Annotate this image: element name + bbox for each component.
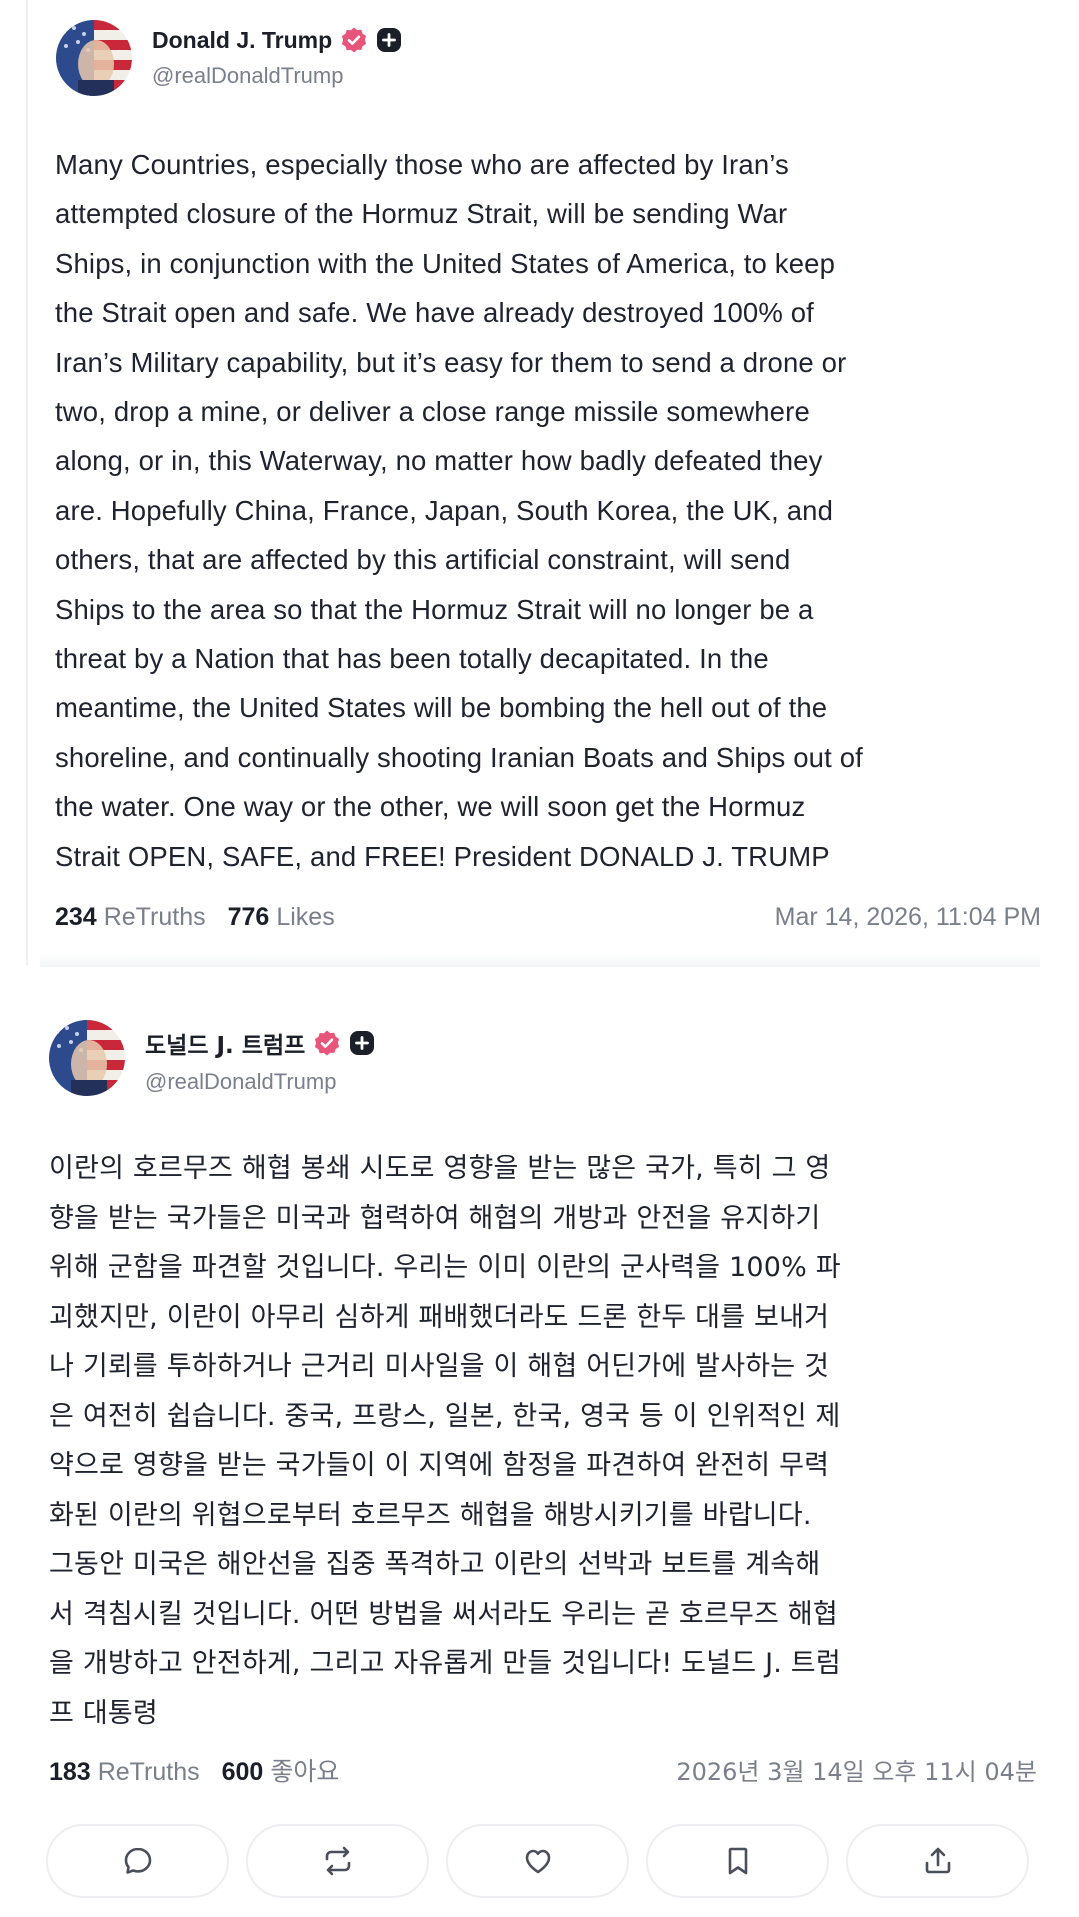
retruths-count: 183 (49, 1758, 91, 1786)
avatar[interactable] (49, 1020, 125, 1096)
heart-icon (525, 1849, 550, 1874)
likes-label: Likes (276, 903, 335, 931)
share-button[interactable] (846, 1824, 1029, 1898)
likes-count: 600 (221, 1758, 264, 1786)
post-timestamp[interactable]: Mar 14, 2026, 11:04 PM (775, 903, 1041, 932)
retruths-label: ReTruths (103, 903, 206, 931)
author-name[interactable]: Donald J. Trump (152, 27, 332, 54)
retruths-stat[interactable]: 234 ReTruths (55, 903, 206, 932)
verified-badge-icon (313, 1029, 341, 1057)
reply-button[interactable] (46, 1824, 229, 1898)
avatar[interactable] (56, 20, 132, 96)
bookmark-button[interactable] (646, 1824, 829, 1898)
post-stats: 234 ReTruths 776 Likes (55, 903, 335, 932)
post-english: Donald J. Trump @realDonaldTrump Many Co… (0, 0, 1079, 967)
post-action-bar (46, 1824, 1029, 1898)
author-handle[interactable]: @realDonaldTrump (152, 63, 402, 89)
like-button[interactable] (446, 1824, 629, 1898)
post-body: 이란의 호르무즈 해협 봉쇄 시도로 영향을 받는 많은 국가, 특히 그 영 … (49, 1153, 841, 1729)
likes-stat[interactable]: 776 Likes (228, 903, 335, 932)
retruth-arrows-icon (325, 1846, 350, 1876)
likes-stat[interactable]: 600 좋아요 (222, 1752, 340, 1788)
plus-badge-icon (349, 1030, 375, 1056)
likes-label: 좋아요 (270, 1757, 340, 1786)
reply-bubble-icon (124, 1847, 151, 1874)
retruths-stat[interactable]: 183 ReTruths (49, 1758, 200, 1787)
likes-count: 776 (227, 903, 270, 931)
post-korean: 도널드 J. 트럼프 @realDonaldTrump 이란의 호르무즈 해협 … (0, 1000, 1079, 1917)
retruths-count: 234 (55, 903, 97, 931)
action-row-edge (40, 955, 1040, 967)
author-name[interactable]: 도널드 J. 트럼프 (145, 1026, 305, 1060)
post-stats: 183 ReTruths 600 좋아요 (49, 1752, 339, 1788)
plus-badge-icon (376, 27, 402, 53)
retruths-label: ReTruths (97, 1758, 200, 1786)
retruth-button[interactable] (246, 1824, 429, 1898)
post-header: Donald J. Trump @realDonaldTrump (56, 20, 402, 96)
verified-badge-icon (340, 26, 368, 54)
post-timestamp[interactable]: 2026년 3월 14일 오후 11시 04분 (676, 1752, 1037, 1787)
bookmark-icon (728, 1847, 747, 1875)
thread-divider (26, 0, 28, 965)
share-upload-icon (925, 1847, 950, 1874)
post-body: Many Countries, especially those who are… (55, 149, 863, 872)
post-header: 도널드 J. 트럼프 @realDonaldTrump (49, 1020, 375, 1096)
author-handle[interactable]: @realDonaldTrump (145, 1069, 375, 1095)
